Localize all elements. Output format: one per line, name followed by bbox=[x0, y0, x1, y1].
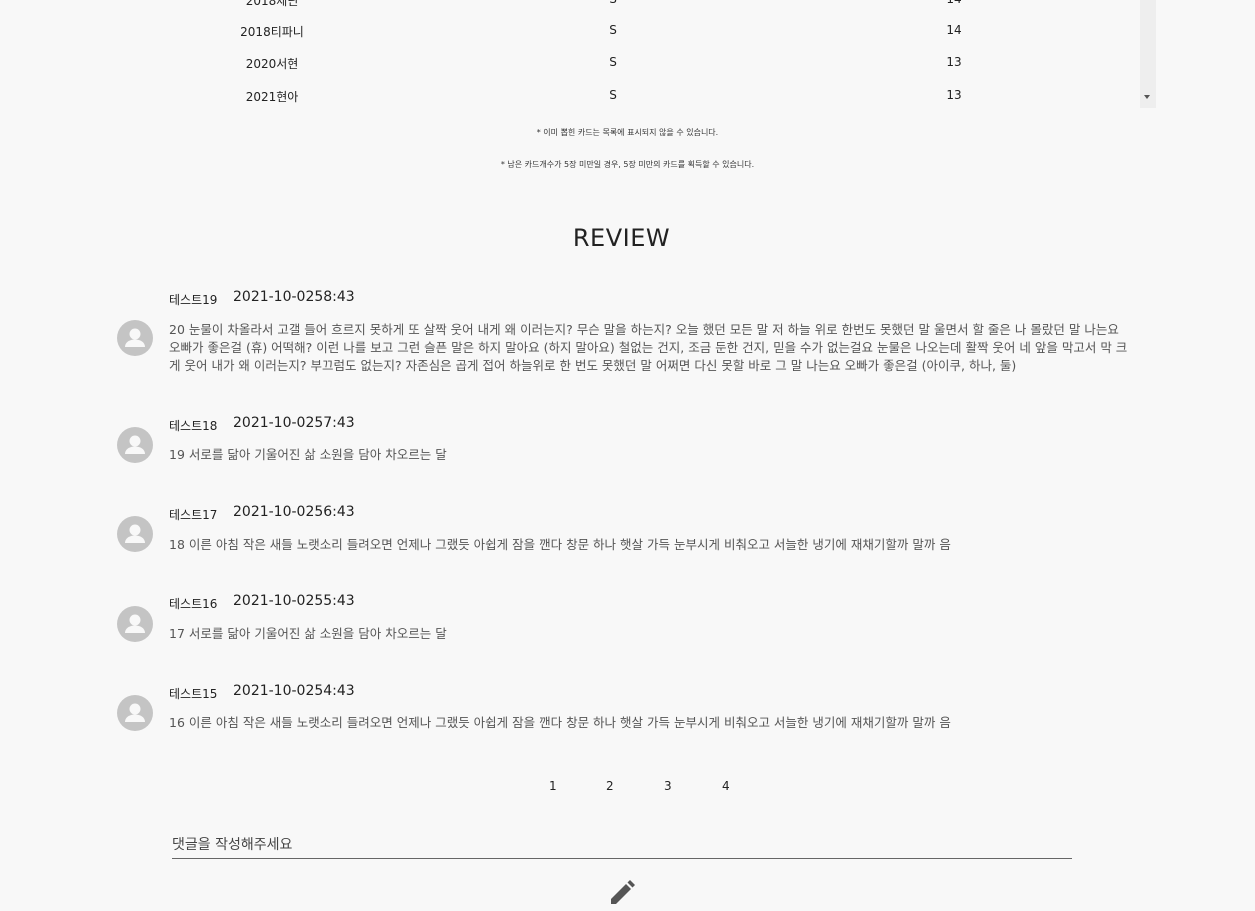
review-text: 19 서로를 닮아 기울어진 삶 소원을 담아 차오르는 달 bbox=[169, 447, 447, 462]
review-text: 18 이른 아침 작은 새들 노랫소리 들려오면 언제나 그랬듯 아쉽게 잠을 … bbox=[169, 537, 951, 552]
user-avatar-icon bbox=[117, 320, 153, 356]
review-author: 테스트19 bbox=[169, 293, 218, 307]
review-author: 테스트18 bbox=[169, 419, 218, 433]
review-date: 2021-10-0255:43 bbox=[233, 593, 355, 609]
card-grade: S bbox=[609, 0, 617, 6]
card-grade: S bbox=[609, 55, 617, 69]
review-date: 2021-10-0258:43 bbox=[233, 289, 355, 305]
comment-input[interactable] bbox=[172, 832, 1072, 859]
card-name: 2021현아 bbox=[245, 90, 299, 104]
card-notice: * 남은 카드개수가 5장 미만일 경우, 5장 미만의 카드를 획득할 수 있… bbox=[500, 160, 755, 169]
user-avatar-icon bbox=[117, 695, 153, 731]
page-link-3[interactable]: 3 bbox=[664, 779, 672, 793]
user-avatar-icon bbox=[117, 427, 153, 463]
review-text: 20 눈물이 차올라서 고갤 들어 흐르지 못하게 또 살짝 웃어 내게 왜 이… bbox=[169, 322, 1128, 373]
card-name: 2018제닌 bbox=[245, 0, 299, 8]
scroll-down-arrow-icon[interactable] bbox=[1144, 95, 1150, 99]
card-count: 13 bbox=[946, 55, 962, 69]
card-row: 2020서현 S 13 bbox=[100, 55, 1140, 75]
page-link-4[interactable]: 4 bbox=[722, 779, 730, 793]
card-count: 13 bbox=[946, 88, 962, 102]
card-grade: S bbox=[609, 23, 617, 37]
card-count: 14 bbox=[946, 0, 961, 6]
review-author: 테스트15 bbox=[169, 687, 218, 701]
card-name: 2020서현 bbox=[245, 57, 299, 71]
review-date: 2021-10-0257:43 bbox=[233, 415, 355, 431]
card-list-scrollbar[interactable] bbox=[1140, 0, 1156, 108]
card-list-table[interactable]: 2018제닌 S 14 2018티파니 S 14 2020서현 S 13 202… bbox=[100, 0, 1140, 108]
review-heading: REVIEW bbox=[572, 224, 671, 252]
review-date: 2021-10-0256:43 bbox=[233, 504, 355, 520]
pencil-icon bbox=[611, 880, 635, 904]
card-row: 2018티파니 S 14 bbox=[100, 23, 1140, 43]
review-text: 16 이른 아침 작은 새들 노랫소리 들려오면 언제나 그랬듯 아쉽게 잠을 … bbox=[169, 715, 951, 730]
card-count: 14 bbox=[946, 23, 962, 37]
page-link-1[interactable]: 1 bbox=[549, 779, 557, 793]
card-name: 2018티파니 bbox=[240, 25, 304, 39]
card-notice: * 이미 뽑힌 카드는 목록에 표시되지 않을 수 있습니다. bbox=[536, 128, 719, 137]
user-avatar-icon bbox=[117, 606, 153, 642]
review-text: 17 서로를 닮아 기울어진 삶 소원을 담아 차오르는 달 bbox=[169, 626, 447, 641]
submit-comment-button[interactable] bbox=[608, 878, 636, 908]
card-row: 2018제닌 S 14 bbox=[100, 0, 1140, 12]
page-link-2[interactable]: 2 bbox=[606, 779, 614, 793]
review-author: 테스트16 bbox=[169, 597, 218, 611]
review-date: 2021-10-0254:43 bbox=[233, 683, 355, 699]
card-row: 2021현아 S 13 bbox=[100, 88, 1140, 108]
pagination: 1 2 3 4 bbox=[0, 779, 1255, 795]
card-grade: S bbox=[609, 88, 617, 102]
user-avatar-icon bbox=[117, 516, 153, 552]
review-author: 테스트17 bbox=[169, 508, 218, 522]
